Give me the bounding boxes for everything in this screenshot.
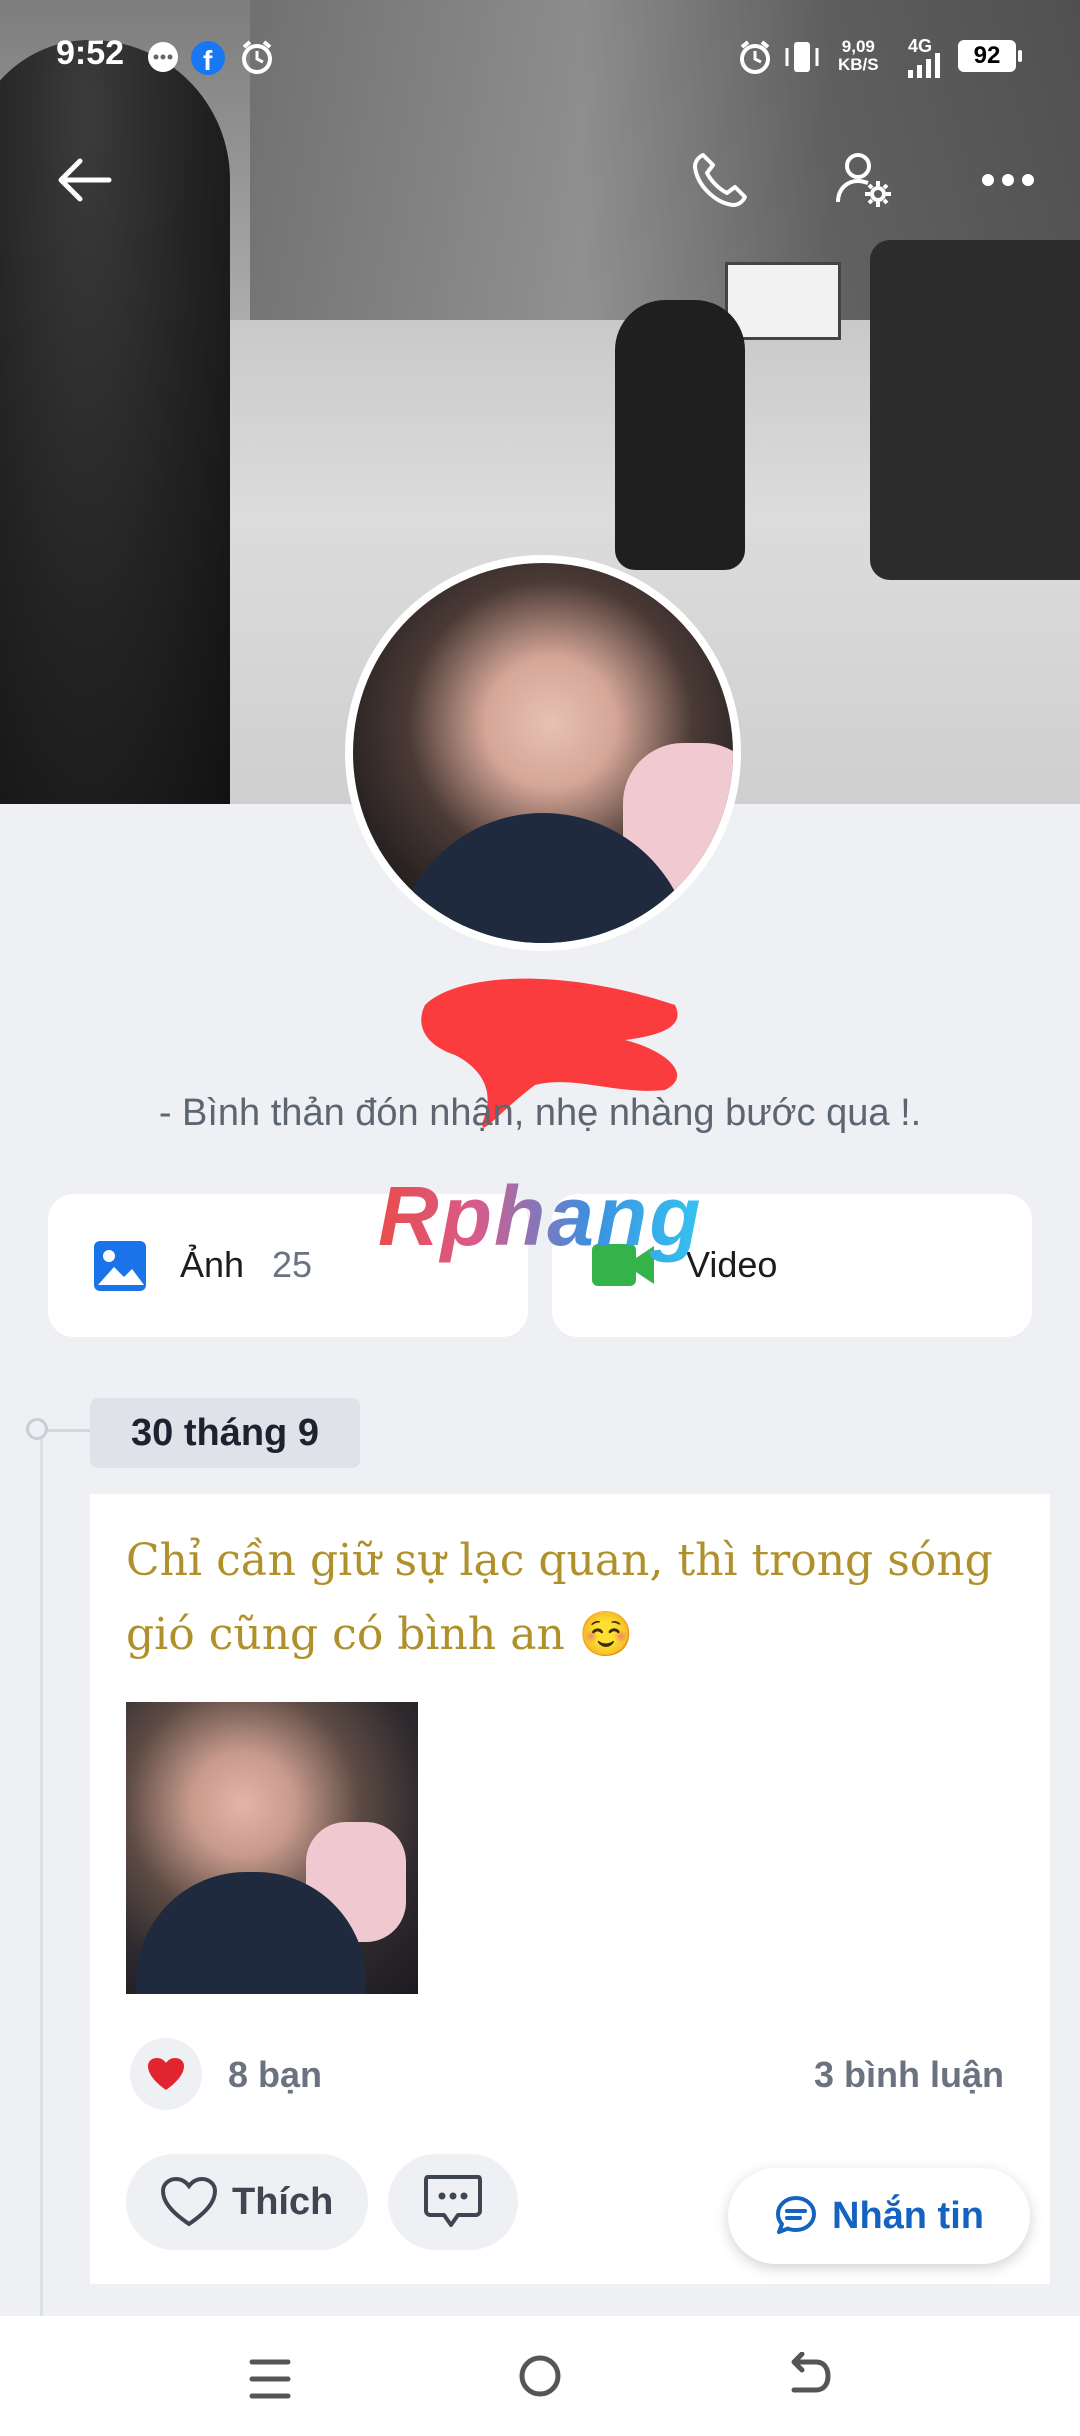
avatar[interactable] [345, 555, 741, 951]
messenger-notification-icon [146, 40, 180, 79]
post-card[interactable]: Chỉ cần giữ sự lạc quan, thì trong sóng … [90, 1494, 1050, 2284]
more-button[interactable] [968, 140, 1048, 220]
facebook-notification-icon: f [190, 40, 226, 81]
system-nav-bar [0, 2316, 1080, 2436]
comments-count[interactable]: 3 bình luận [814, 2054, 1004, 2096]
svg-text:f: f [203, 45, 213, 76]
message-label: Nhắn tin [832, 2194, 984, 2237]
comment-icon [424, 2175, 482, 2227]
profile-settings-icon [836, 153, 891, 207]
watermark: Rphang [378, 1169, 703, 1263]
post-text: Chỉ cần giữ sự lạc quan, thì trong sóng … [126, 1535, 993, 1660]
heart-outline-icon [160, 2176, 218, 2227]
phone-icon [693, 153, 747, 207]
back-button[interactable] [44, 140, 124, 220]
network-speed: 9,09 KB/S [838, 37, 879, 74]
message-button[interactable]: Nhắn tin [728, 2168, 1030, 2264]
chat-bubble-icon [776, 2196, 816, 2234]
profile-bio: - Bình thản đón nhận, nhẹ nhàng bước qua… [158, 1092, 922, 1134]
system-back-icon[interactable] [786, 2352, 834, 2400]
timeline-dot [26, 1418, 48, 1440]
battery-icon: 92 [958, 40, 1022, 72]
signal-icon [906, 52, 946, 83]
more-icon [982, 174, 1034, 186]
like-button[interactable]: Thích [126, 2154, 368, 2250]
call-button[interactable] [680, 140, 760, 220]
timeline-connector [48, 1429, 90, 1432]
comment-button[interactable] [388, 2154, 518, 2250]
photos-label: Ảnh [180, 1244, 245, 1285]
image-icon [94, 1241, 146, 1291]
alarm-icon [238, 38, 276, 81]
profile-settings-button[interactable] [824, 140, 904, 220]
home-icon[interactable] [516, 2352, 564, 2400]
alarm-icon-right [736, 38, 774, 81]
recent-apps-icon[interactable] [246, 2356, 294, 2402]
reaction-heart-icon[interactable] [130, 2038, 202, 2110]
like-label: Thích [232, 2180, 334, 2223]
timeline-line [40, 1432, 43, 2332]
post-date: 30 tháng 9 [90, 1398, 360, 1468]
likes-count[interactable]: 8 bạn [228, 2054, 322, 2096]
photos-count: 25 [272, 1244, 313, 1285]
back-arrow-icon [58, 158, 112, 202]
post-photo[interactable] [126, 1702, 418, 1994]
status-time: 9:52 [56, 34, 125, 72]
vibrate-icon [782, 38, 822, 81]
